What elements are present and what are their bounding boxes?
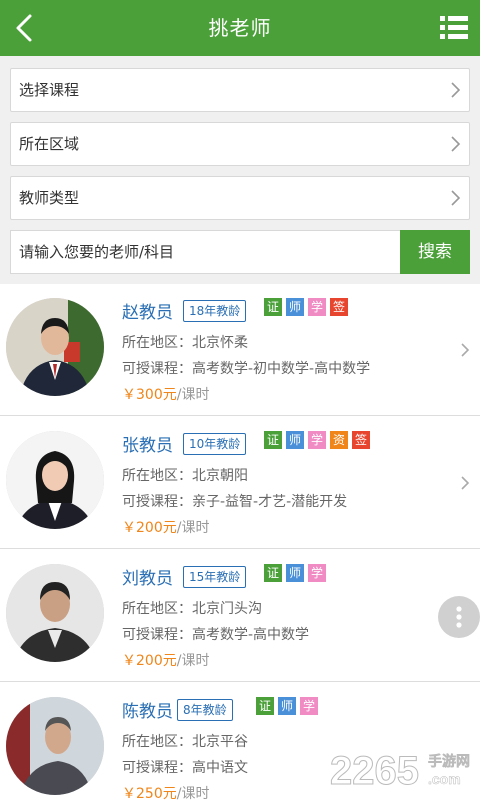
- list-menu-icon: [440, 16, 468, 39]
- menu-button[interactable]: [440, 14, 468, 42]
- price-unit: /课时: [176, 520, 210, 536]
- site-watermark: 2265 手游网 .com: [330, 744, 480, 796]
- tag-signed: 签: [330, 298, 348, 316]
- watermark-number: 2265: [330, 749, 419, 793]
- price-unit: /课时: [176, 653, 210, 669]
- chevron-right-icon: [451, 190, 461, 206]
- price-amount: ￥200元: [122, 653, 177, 669]
- teacher-courses: 可授课程：亲子-益智-才艺-潜能开发: [122, 494, 348, 510]
- teacher-name: 张教员: [122, 436, 173, 456]
- teacher-price: ￥250元/课时: [122, 783, 209, 800]
- teaching-years-badge: 18年教龄: [183, 300, 247, 322]
- app-header: 挑老师: [0, 0, 480, 56]
- tag-teacher: 师: [286, 298, 304, 316]
- price-unit: /课时: [176, 387, 210, 403]
- certification-tags: 证师学资签: [264, 431, 374, 451]
- search-input[interactable]: 请输入您要的老师/科目: [10, 230, 400, 274]
- filter-panel: 选择课程 所在区域 教师类型 请输入您要的老师/科目 搜索: [0, 56, 480, 284]
- tag-teacher: 师: [286, 564, 304, 582]
- teacher-card[interactable]: 张教员 10年教龄 证师学资签 所在地区：北京朝阳 可授课程：亲子-益智-才艺-…: [0, 417, 480, 549]
- more-vertical-icon: [456, 606, 462, 628]
- teacher-name: 刘教员: [122, 569, 173, 589]
- search-button[interactable]: 搜索: [400, 230, 470, 274]
- watermark-domain: .com: [428, 771, 461, 787]
- teacher-area: 所在地区：北京朝阳: [122, 468, 248, 484]
- watermark-site: 手游网: [428, 753, 470, 769]
- chevron-right-icon: [451, 82, 461, 98]
- chevron-right-icon: [461, 343, 470, 357]
- teacher-area: 所在地区：北京门头沟: [122, 601, 262, 617]
- filter-teacher-type[interactable]: 教师类型: [10, 176, 470, 220]
- chevron-right-icon: [451, 136, 461, 152]
- teacher-card[interactable]: 赵教员 18年教龄 证师学签 所在地区：北京怀柔 可授课程：高考数学-初中数学-…: [0, 284, 480, 416]
- filter-course[interactable]: 选择课程: [10, 68, 470, 112]
- teacher-area: 所在地区：北京平谷: [122, 734, 248, 750]
- tag-education: 学: [308, 564, 326, 582]
- teacher-avatar: [6, 564, 104, 662]
- search-bar: 请输入您要的老师/科目 搜索: [10, 230, 470, 274]
- certification-tags: 证师学: [256, 697, 322, 717]
- tag-teacher: 师: [286, 431, 304, 449]
- teacher-card[interactable]: 刘教员 15年教龄 证师学 所在地区：北京门头沟 可授课程：高考数学-高中数学 …: [0, 550, 480, 682]
- filter-label: 所在区域: [19, 135, 80, 153]
- teacher-name: 赵教员: [122, 303, 173, 323]
- teacher-courses: 可授课程：高中语文: [122, 760, 248, 776]
- tag-education: 学: [308, 431, 326, 449]
- teacher-avatar: [6, 298, 104, 396]
- tag-certificate: 证: [264, 431, 282, 449]
- tag-certificate: 证: [264, 298, 282, 316]
- teaching-years-badge: 15年教龄: [183, 566, 247, 588]
- tag-qualification: 资: [330, 431, 348, 449]
- price-amount: ￥300元: [122, 387, 177, 403]
- filter-label: 选择课程: [19, 81, 80, 99]
- tag-education: 学: [300, 697, 318, 715]
- teaching-years-badge: 8年教龄: [177, 699, 233, 721]
- filter-label: 教师类型: [19, 189, 80, 207]
- price-amount: ￥250元: [122, 786, 177, 800]
- teacher-price: ￥200元/课时: [122, 517, 209, 537]
- tag-teacher: 师: [278, 697, 296, 715]
- teacher-name: 陈教员: [122, 702, 173, 722]
- filter-region[interactable]: 所在区域: [10, 122, 470, 166]
- tag-certificate: 证: [256, 697, 274, 715]
- teacher-courses: 可授课程：高考数学-高中数学: [122, 627, 310, 643]
- tag-signed: 签: [352, 431, 370, 449]
- certification-tags: 证师学签: [264, 298, 352, 318]
- tag-education: 学: [308, 298, 326, 316]
- teacher-avatar: [6, 697, 104, 795]
- teaching-years-badge: 10年教龄: [183, 433, 247, 455]
- chevron-right-icon: [461, 476, 470, 490]
- certification-tags: 证师学: [264, 564, 330, 584]
- teacher-list: 赵教员 18年教龄 证师学签 所在地区：北京怀柔 可授课程：高考数学-初中数学-…: [0, 284, 480, 800]
- price-unit: /课时: [176, 786, 210, 800]
- teacher-avatar: [6, 431, 104, 529]
- page-title: 挑老师: [208, 16, 272, 40]
- teacher-area: 所在地区：北京怀柔: [122, 335, 248, 351]
- teacher-price: ￥200元/课时: [122, 650, 209, 670]
- teacher-price: ￥300元/课时: [122, 384, 209, 404]
- teacher-courses: 可授课程：高考数学-初中数学-高中数学: [122, 361, 371, 377]
- price-amount: ￥200元: [122, 520, 177, 536]
- tag-certificate: 证: [264, 564, 282, 582]
- floating-more-button[interactable]: [438, 596, 480, 638]
